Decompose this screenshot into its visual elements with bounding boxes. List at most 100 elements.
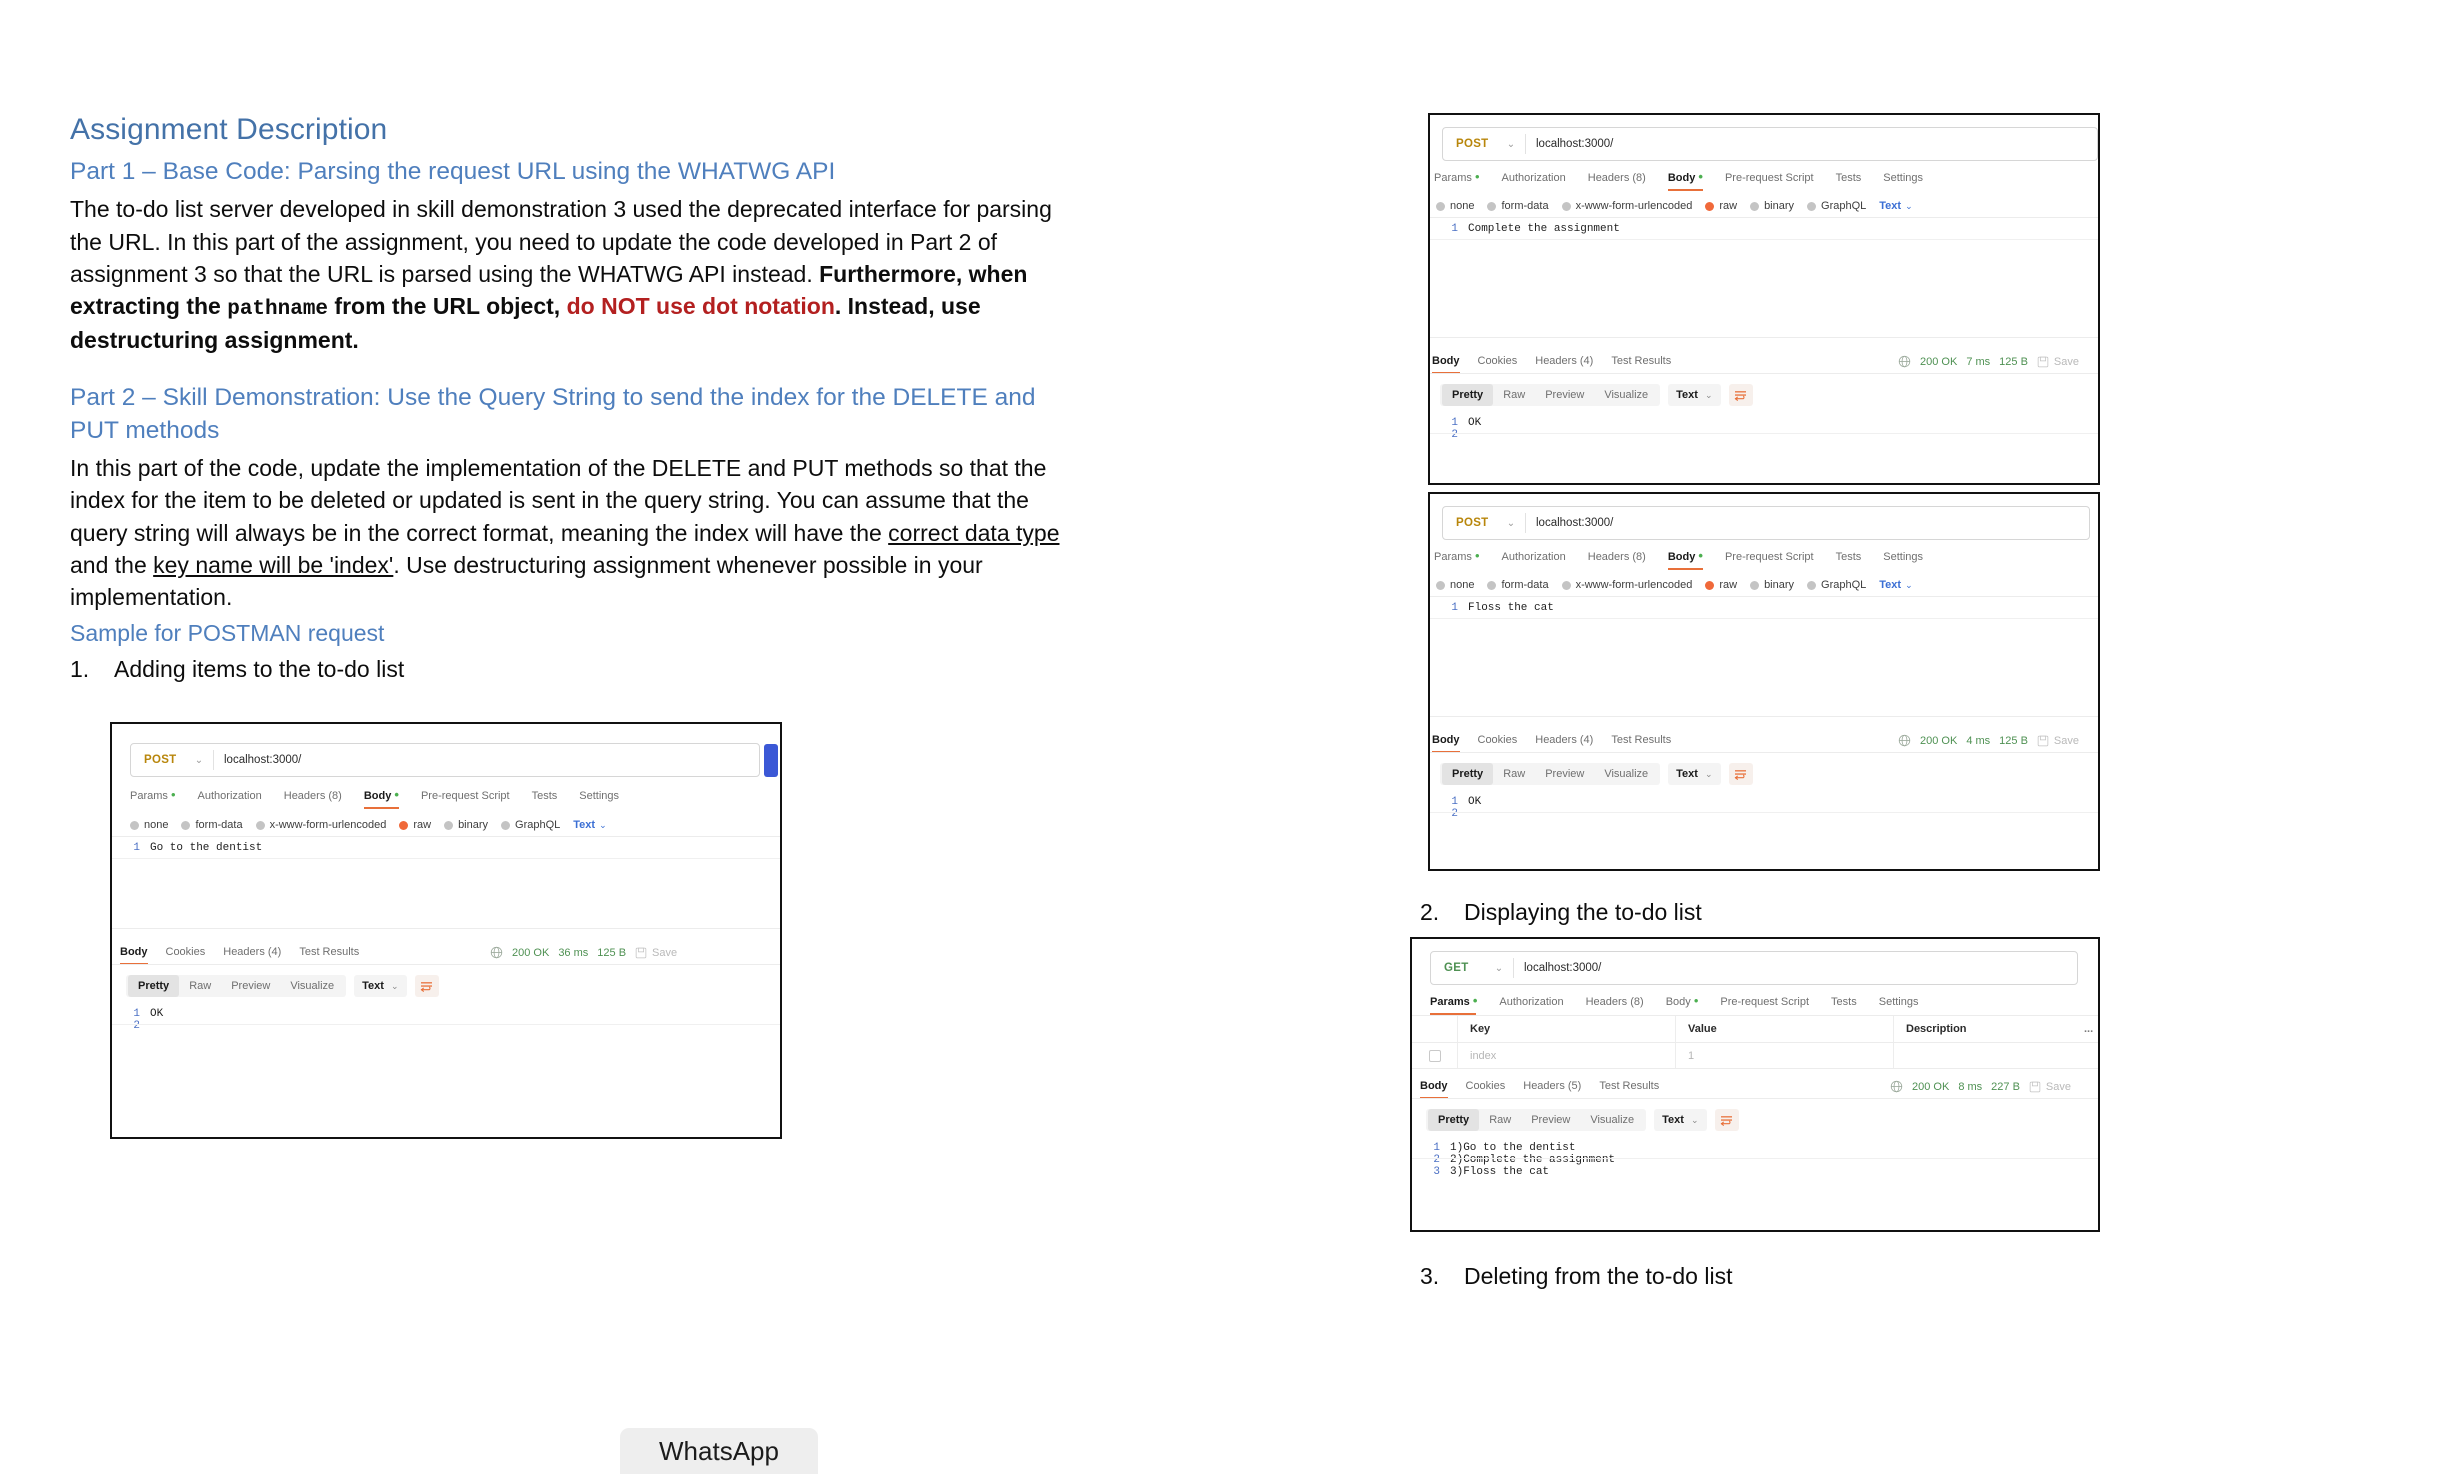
request-body-editor[interactable]: 1 Go to the dentist [112, 842, 780, 930]
body-type-binary[interactable]: binary [1750, 579, 1794, 591]
tab-pre-request-script[interactable]: Pre-request Script [1714, 172, 1825, 184]
segment-pretty[interactable]: Pretty [1442, 384, 1493, 406]
tab-body[interactable]: Body • [353, 790, 410, 802]
body-type-raw[interactable]: raw [399, 819, 431, 831]
body-type-urlencoded[interactable]: x-www-form-urlencoded [1562, 200, 1693, 212]
body-type-form-data[interactable]: form-data [1487, 579, 1548, 591]
url-input[interactable]: localhost:3000/ [224, 754, 301, 766]
response-language-select[interactable]: Text ⌄ [1654, 1109, 1706, 1131]
segment-preview[interactable]: Preview [1535, 384, 1594, 406]
tab-pre-request-script[interactable]: Pre-request Script [410, 790, 521, 802]
save-response-button[interactable]: Save [2029, 1081, 2071, 1093]
save-response-button[interactable]: Save [2037, 356, 2079, 368]
chevron-down-icon[interactable]: ⌄ [1501, 518, 1521, 529]
request-body-editor[interactable]: 1 Floss the cat [1430, 602, 2098, 718]
body-type-form-data[interactable]: form-data [181, 819, 242, 831]
response-tab-cookies[interactable]: Cookies [1478, 734, 1536, 746]
segment-raw[interactable]: Raw [179, 975, 221, 997]
request-url-bar[interactable]: POST ⌄ localhost:3000/ [130, 743, 760, 777]
save-response-button[interactable]: Save [635, 947, 677, 959]
params-value-input[interactable]: 1 [1676, 1043, 1894, 1068]
wrap-lines-button[interactable] [1729, 763, 1753, 785]
segment-pretty[interactable]: Pretty [1442, 763, 1493, 785]
segment-pretty[interactable]: Pretty [128, 975, 179, 997]
response-tab-test-results[interactable]: Test Results [1611, 734, 1689, 746]
response-language-select[interactable]: Text ⌄ [1668, 384, 1720, 406]
tab-settings[interactable]: Settings [568, 790, 630, 802]
body-language-select[interactable]: Text⌄ [573, 819, 606, 831]
tab-body[interactable]: Body • [1657, 551, 1714, 563]
body-type-graphql[interactable]: GraphQL [1807, 200, 1866, 212]
wrap-lines-button[interactable] [1715, 1109, 1739, 1131]
url-input[interactable]: localhost:3000/ [1524, 962, 1601, 974]
url-input[interactable]: localhost:3000/ [1536, 138, 1613, 150]
params-key-input[interactable]: index [1458, 1043, 1676, 1068]
body-type-binary[interactable]: binary [444, 819, 488, 831]
response-tab-body[interactable]: Body [1432, 734, 1478, 746]
tab-body[interactable]: Body • [1655, 996, 1710, 1008]
request-url-bar[interactable]: POST ⌄ localhost:3000/ [1442, 127, 2098, 161]
response-tab-cookies[interactable]: Cookies [1466, 1080, 1524, 1092]
tab-headers[interactable]: Headers (8) [273, 790, 353, 802]
request-url-bar[interactable]: POST ⌄ localhost:3000/ [1442, 506, 2090, 540]
request-body-editor[interactable]: 1 Complete the assignment [1430, 223, 2098, 339]
whatsapp-taskbar-button[interactable]: WhatsApp [620, 1428, 818, 1474]
tab-tests[interactable]: Tests [521, 790, 569, 802]
segment-visualize[interactable]: Visualize [1594, 384, 1658, 406]
send-button[interactable] [764, 744, 778, 777]
tab-headers[interactable]: Headers (8) [1577, 172, 1657, 184]
response-tab-test-results[interactable]: Test Results [299, 946, 377, 958]
tab-authorization[interactable]: Authorization [1488, 996, 1574, 1008]
segment-raw[interactable]: Raw [1493, 384, 1535, 406]
body-type-none[interactable]: none [130, 819, 168, 831]
http-method-label[interactable]: POST [1443, 138, 1501, 150]
body-type-urlencoded[interactable]: x-www-form-urlencoded [256, 819, 387, 831]
tab-params[interactable]: Params • [1434, 172, 1491, 184]
segment-raw[interactable]: Raw [1479, 1109, 1521, 1131]
body-type-raw[interactable]: raw [1705, 200, 1737, 212]
tab-authorization[interactable]: Authorization [1491, 172, 1577, 184]
chevron-down-icon[interactable]: ⌄ [189, 755, 209, 766]
segment-preview[interactable]: Preview [1535, 763, 1594, 785]
checkbox-icon[interactable] [1429, 1050, 1441, 1062]
body-type-raw[interactable]: raw [1705, 579, 1737, 591]
tab-params[interactable]: Params • [1434, 551, 1491, 563]
wrap-lines-button[interactable] [415, 975, 439, 997]
tab-authorization[interactable]: Authorization [1491, 551, 1577, 563]
response-tab-cookies[interactable]: Cookies [1478, 355, 1536, 367]
tab-authorization[interactable]: Authorization [187, 790, 273, 802]
segment-visualize[interactable]: Visualize [1580, 1109, 1644, 1131]
chevron-down-icon[interactable]: ⌄ [1489, 963, 1509, 974]
body-type-urlencoded[interactable]: x-www-form-urlencoded [1562, 579, 1693, 591]
body-type-none[interactable]: none [1436, 579, 1474, 591]
tab-body[interactable]: Body • [1657, 172, 1714, 184]
params-description-input[interactable] [1894, 1043, 2072, 1068]
tab-headers[interactable]: Headers (8) [1575, 996, 1655, 1008]
response-body-viewer[interactable]: 1 OK 2 [112, 1008, 780, 1137]
tab-params[interactable]: Params • [130, 790, 187, 802]
body-type-graphql[interactable]: GraphQL [501, 819, 560, 831]
http-method-label[interactable]: POST [1443, 517, 1501, 529]
response-tab-headers[interactable]: Headers (4) [1535, 355, 1611, 367]
body-type-graphql[interactable]: GraphQL [1807, 579, 1866, 591]
response-tab-headers[interactable]: Headers (4) [223, 946, 299, 958]
request-url-bar[interactable]: GET ⌄ localhost:3000/ [1430, 951, 2078, 985]
http-method-label[interactable]: GET [1431, 962, 1489, 974]
response-tab-headers[interactable]: Headers (4) [1535, 734, 1611, 746]
segment-visualize[interactable]: Visualize [280, 975, 344, 997]
body-type-none[interactable]: none [1436, 200, 1474, 212]
response-body-viewer[interactable]: 1 1)Go to the dentist 2 2)Complete the a… [1412, 1142, 2098, 1230]
response-tab-body[interactable]: Body [1432, 355, 1478, 367]
body-type-form-data[interactable]: form-data [1487, 200, 1548, 212]
body-language-select[interactable]: Text⌄ [1879, 200, 1912, 212]
segment-preview[interactable]: Preview [1521, 1109, 1580, 1131]
response-body-viewer[interactable]: 1 OK 2 [1430, 417, 2098, 483]
body-type-binary[interactable]: binary [1750, 200, 1794, 212]
segment-pretty[interactable]: Pretty [1428, 1109, 1479, 1131]
params-row-checkbox-cell[interactable] [1412, 1043, 1458, 1068]
http-method-label[interactable]: POST [131, 754, 189, 766]
tab-settings[interactable]: Settings [1868, 996, 1930, 1008]
response-language-select[interactable]: Text ⌄ [354, 975, 406, 997]
response-language-select[interactable]: Text ⌄ [1668, 763, 1720, 785]
wrap-lines-button[interactable] [1729, 384, 1753, 406]
